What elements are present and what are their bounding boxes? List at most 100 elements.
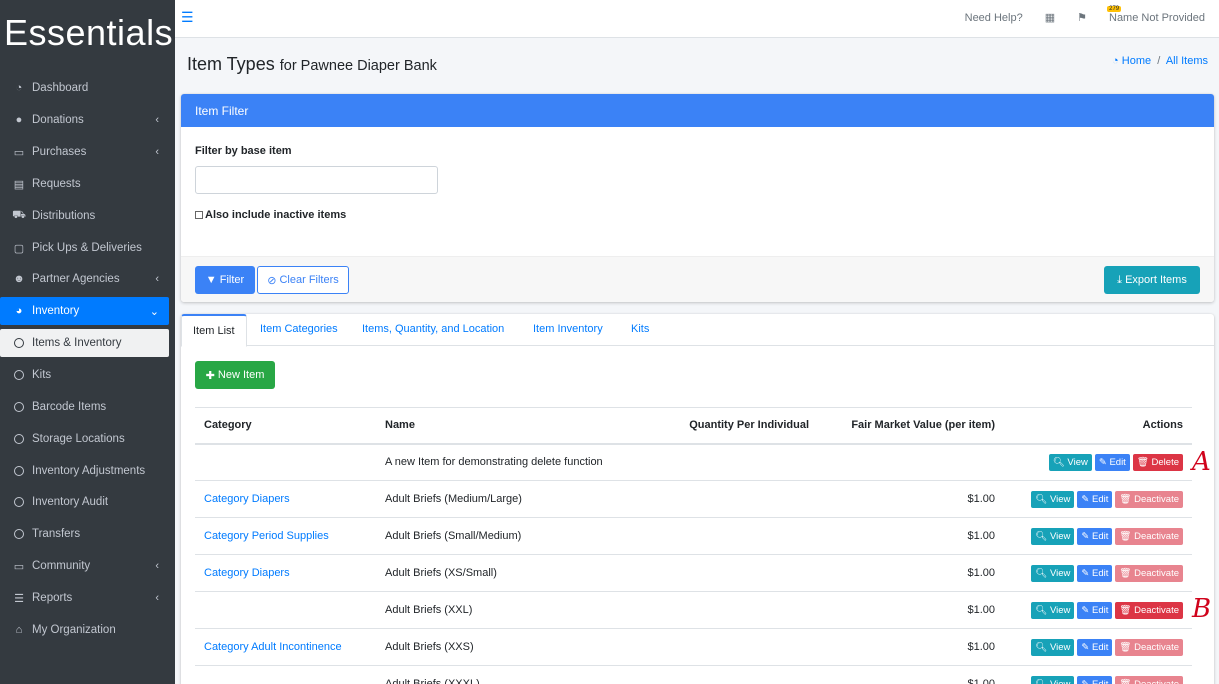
category-link[interactable]: Category Period Supplies <box>204 530 329 542</box>
new-item-button[interactable]: ✚ New Item <box>195 361 275 389</box>
qty-cell <box>636 480 818 518</box>
edit-icon: ✎ <box>1081 530 1090 542</box>
actions-cell: 🔍︎ View ✎ Edit 🗑︎ Deactivate <box>1004 554 1192 592</box>
view-label: View <box>1050 604 1071 616</box>
top-navbar: ☰ Need Help? ▦ ⚑ 279 Name Not Provided <box>175 0 1219 38</box>
deactivate-button[interactable]: 🗑︎ Deactivate <box>1115 490 1183 508</box>
sidebar: Essentials ◔ Dashboard ● Donations ‹ ▭ P… <box>0 0 175 684</box>
view-button[interactable]: 🔍︎ View <box>1031 490 1075 508</box>
tab-item-list[interactable]: Item List <box>181 314 247 347</box>
breadcrumb-separator: / <box>1157 55 1161 67</box>
calendar-icon[interactable]: ▦ <box>1045 11 1055 24</box>
category-cell[interactable]: Category Period Supplies <box>195 517 376 555</box>
sidebar-item-barcode-items[interactable]: Barcode Items <box>0 393 169 421</box>
view-button[interactable]: 🔍︎ View <box>1031 675 1075 684</box>
category-cell[interactable]: Category Diapers <box>195 480 376 518</box>
edit-button[interactable]: ✎ Edit <box>1077 638 1113 656</box>
sidebar-item-community[interactable]: ▭ Community ‹ <box>0 552 169 580</box>
clear-filters-button[interactable]: ⊘ Clear Filters <box>257 266 349 294</box>
inactive-checkbox-row[interactable]: Also include inactive items <box>195 209 346 221</box>
export-items-button[interactable]: ⤓ Export Items <box>1104 266 1200 294</box>
table-row: Category Adult Incontinence Adult Briefs … <box>195 628 1192 666</box>
sidebar-item-inventory[interactable]: ◕ Inventory ⌄ <box>0 297 169 325</box>
sidebar-item-inventory-audit[interactable]: Inventory Audit <box>0 488 169 516</box>
hamburger-menu-icon[interactable]: ☰ <box>181 9 194 26</box>
tab-item-categories[interactable]: Item Categories <box>260 323 338 335</box>
tab-items-quantity-location[interactable]: Items, Quantity, and Location <box>362 323 504 335</box>
fmv-cell: $1.00 <box>818 591 1004 629</box>
view-button[interactable]: 🔍︎ View <box>1031 527 1075 545</box>
category-link[interactable]: Category Diapers <box>204 493 290 505</box>
sidebar-item-transfers[interactable]: Transfers <box>0 520 169 548</box>
sidebar-item-storage-locations[interactable]: Storage Locations <box>0 425 169 453</box>
category-link[interactable]: Category Adult Incontinence <box>204 641 342 653</box>
column-header-fmv: Fair Market Value (per item) <box>818 407 1004 445</box>
deactivate-button[interactable]: 🗑︎ Deactivate <box>1115 675 1183 684</box>
sidebar-item-my-organization[interactable]: ⌂ My Organization <box>0 616 169 644</box>
delete-button[interactable]: 🗑︎ Delete <box>1132 453 1183 471</box>
deactivate-button[interactable]: 🗑︎ Deactivate <box>1115 601 1183 619</box>
user-menu[interactable]: Name Not Provided <box>1109 12 1205 24</box>
view-button[interactable]: 🔍︎ View <box>1031 638 1075 656</box>
chevron-left-icon: ‹ <box>155 273 159 285</box>
search-icon: 🔍︎ <box>1035 678 1048 684</box>
notifications-icon[interactable]: ⚑ 279 <box>1077 6 1122 24</box>
page-title-text: Item Types <box>187 54 275 74</box>
sidebar-item-reports[interactable]: ☰ Reports ‹ <box>0 584 169 612</box>
name-cell: Adult Briefs (XXL) <box>376 591 636 629</box>
search-icon: 🔍︎ <box>1035 641 1048 653</box>
deactivate-button[interactable]: 🗑︎ Deactivate <box>1115 638 1183 656</box>
help-link[interactable]: Need Help? <box>965 12 1023 24</box>
edit-button[interactable]: ✎ Edit <box>1077 564 1113 582</box>
laptop-icon: ▭ <box>13 560 25 573</box>
edit-button[interactable]: ✎ Edit <box>1077 675 1113 684</box>
edit-button[interactable]: ✎ Edit <box>1077 601 1113 619</box>
sidebar-item-donations[interactable]: ● Donations ‹ <box>0 106 169 134</box>
sidebar-item-kits[interactable]: Kits <box>0 361 169 389</box>
tab-kits[interactable]: Kits <box>631 323 649 335</box>
sidebar-item-label: Community <box>32 560 91 572</box>
search-icon: 🔍︎ <box>1052 456 1065 468</box>
new-item-label: New Item <box>217 369 265 381</box>
qty-cell <box>636 591 818 629</box>
edit-button[interactable]: ✎ Edit <box>1077 527 1113 545</box>
qty-cell <box>636 517 818 555</box>
sidebar-item-inventory-adjustments[interactable]: Inventory Adjustments <box>0 457 169 485</box>
sidebar-item-dashboard[interactable]: ◔ Dashboard <box>0 74 169 102</box>
sidebar-item-requests[interactable]: ▤ Requests <box>0 170 169 198</box>
breadcrumb-current[interactable]: All Items <box>1166 55 1208 67</box>
edit-button[interactable]: ✎ Edit <box>1077 490 1113 508</box>
category-cell[interactable]: Category Diapers <box>195 554 376 592</box>
deactivate-button[interactable]: 🗑︎ Deactivate <box>1115 527 1183 545</box>
view-button[interactable]: 🔍︎ View <box>1031 601 1075 619</box>
sidebar-item-pickups[interactable]: ▢ Pick Ups & Deliveries <box>0 234 169 262</box>
edit-icon: ✎ <box>1081 678 1090 684</box>
edit-button[interactable]: ✎ Edit <box>1094 453 1130 471</box>
category-link[interactable]: Category Diapers <box>204 567 290 579</box>
sidebar-item-purchases[interactable]: ▭ Purchases ‹ <box>0 138 169 166</box>
home-link[interactable]: ◔ Home <box>1112 55 1151 67</box>
sidebar-item-label: Kits <box>32 369 52 381</box>
sidebar-item-label: Partner Agencies <box>32 273 120 285</box>
sidebar-item-label: Purchases <box>32 146 87 158</box>
edit-label: Edit <box>1092 493 1109 505</box>
sidebar-item-distributions[interactable]: ⛟ Distributions <box>0 202 169 230</box>
tab-item-inventory[interactable]: Item Inventory <box>533 323 603 335</box>
view-label: View <box>1050 530 1071 542</box>
sidebar-item-items-inventory[interactable]: Items & Inventory <box>0 329 169 357</box>
sidebar-item-label: Storage Locations <box>32 433 125 445</box>
circle-outline-icon <box>12 434 26 444</box>
base-item-input[interactable] <box>195 166 438 194</box>
deactivate-button[interactable]: 🗑︎ Deactivate <box>1115 564 1183 582</box>
view-button[interactable]: 🔍︎ View <box>1048 453 1092 471</box>
trash-icon: 🗑︎ <box>1119 567 1132 579</box>
sidebar-item-partner-agencies[interactable]: ☻ Partner Agencies ‹ <box>0 265 169 293</box>
category-cell[interactable]: Category Adult Incontinence <box>195 628 376 666</box>
filter-button[interactable]: ▼ Filter <box>195 266 255 294</box>
list-icon: ☰ <box>14 592 24 605</box>
edit-label: Edit <box>1109 456 1126 468</box>
view-button[interactable]: 🔍︎ View <box>1031 564 1075 582</box>
brand-logo[interactable]: Essentials <box>0 0 175 64</box>
inactive-checkbox[interactable] <box>195 211 203 219</box>
qty-cell <box>636 665 818 684</box>
